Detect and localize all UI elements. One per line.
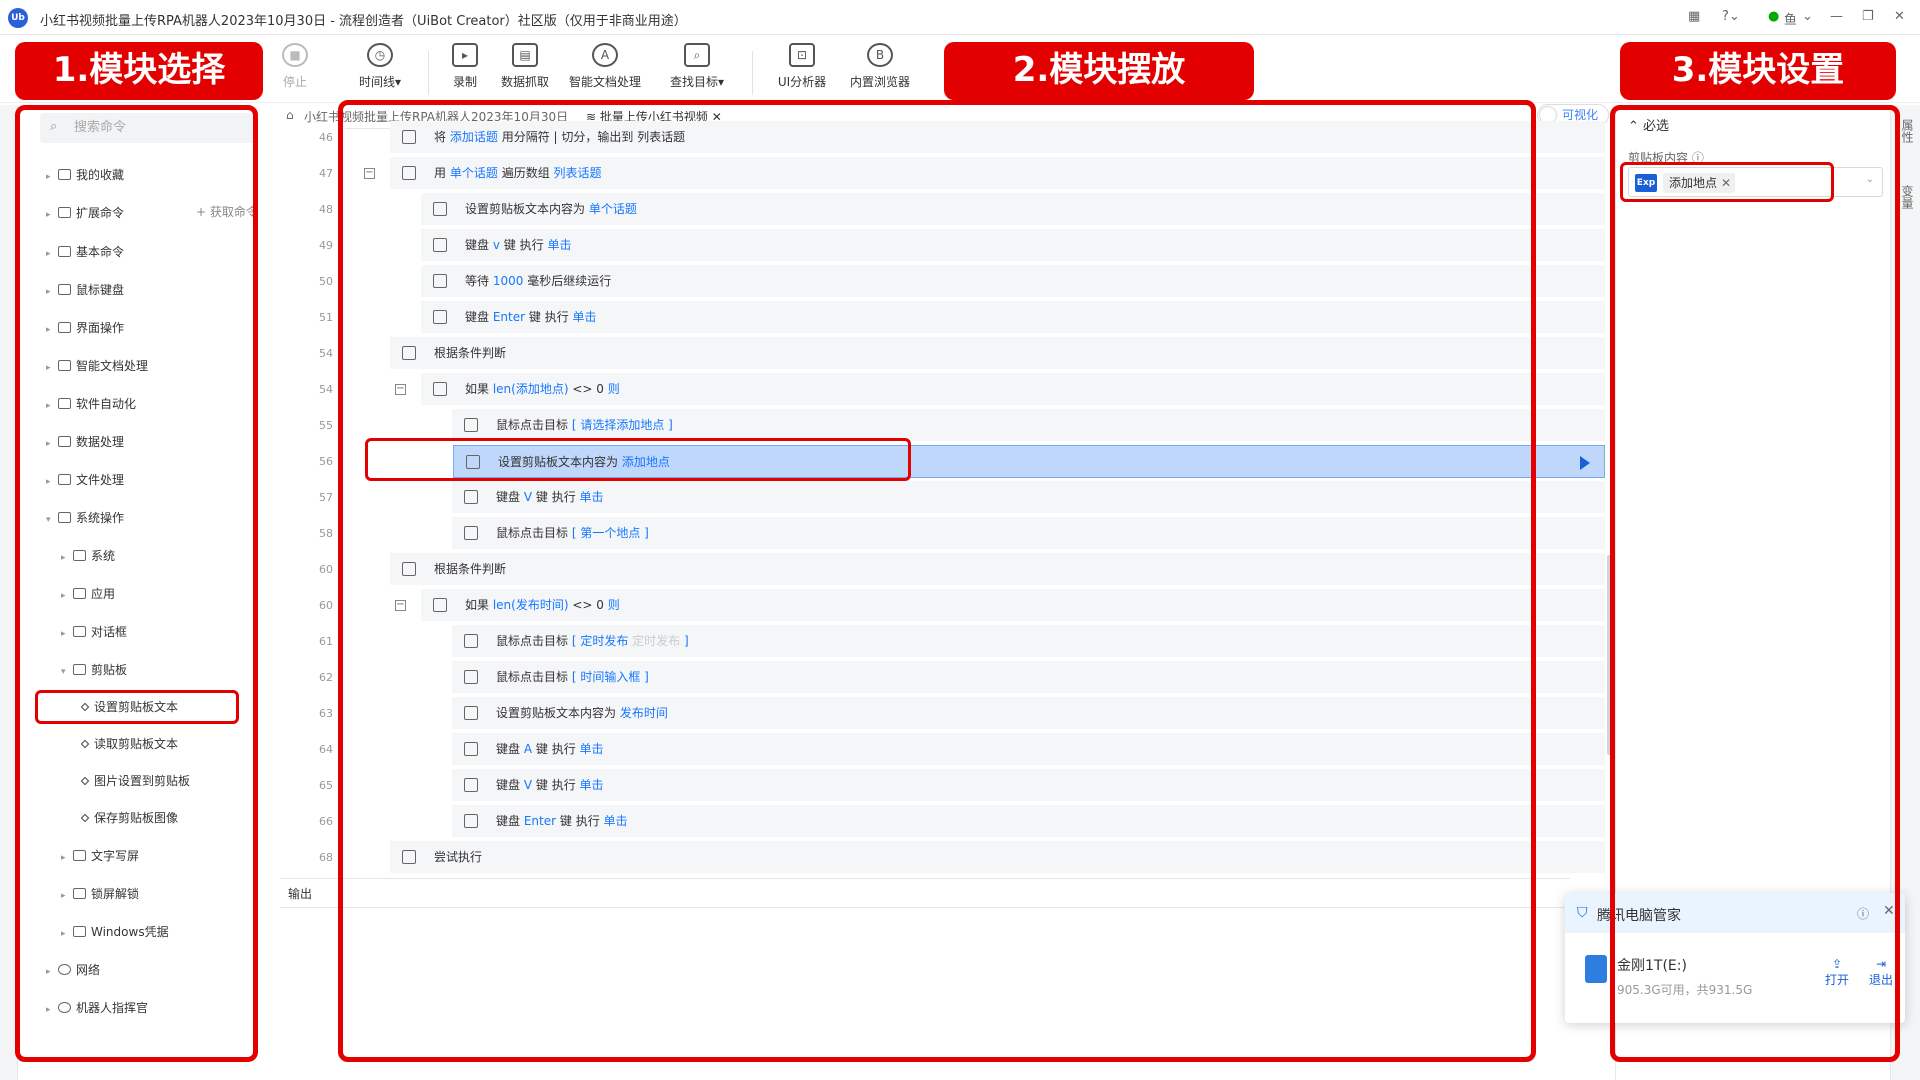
usb-drive-icon (1585, 955, 1607, 983)
user-name[interactable]: 鱼 (1784, 9, 1797, 28)
user-menu-icon[interactable]: ⌄ (1802, 9, 1813, 24)
line-number: 54 (319, 347, 333, 360)
restore-icon[interactable]: ❐ (1862, 9, 1874, 24)
line-number: 62 (319, 671, 333, 684)
minimize-icon[interactable]: — (1830, 9, 1843, 24)
browser-icon: B (867, 43, 893, 67)
line-number: 68 (319, 851, 333, 864)
window-title: 小红书视频批量上传RPA机器人2023年10月30日 - 流程创造者（UiBot… (40, 14, 687, 29)
highlight-field (1620, 162, 1834, 202)
ui-analyzer-button[interactable]: ⊡ UI分析器 (762, 43, 842, 90)
line-number: 57 (319, 491, 333, 504)
stop-button[interactable]: ■ 停止 (255, 43, 335, 90)
clock-icon: ◷ (367, 43, 393, 67)
line-number: 60 (319, 563, 333, 576)
highlight-command (35, 690, 239, 724)
apps-icon[interactable]: ▦ (1688, 9, 1700, 24)
shield-icon: ⛉ (1577, 905, 1588, 921)
app-logo: Ub (8, 8, 28, 28)
line-number: 55 (319, 419, 333, 432)
smart-doc-button[interactable]: A 智能文档处理 (565, 43, 645, 90)
run-step-icon[interactable] (1580, 456, 1590, 470)
annotation-box-3 (1610, 105, 1900, 1062)
annotation-label-3: 3.模块设置 (1620, 42, 1896, 100)
browser-button[interactable]: B 内置浏览器 (840, 43, 920, 90)
annotation-label-1: 1.模块选择 (15, 42, 263, 100)
line-number: 61 (319, 635, 333, 648)
line-number: 65 (319, 779, 333, 792)
ui-analyzer-icon: ⊡ (789, 43, 815, 67)
find-target-button[interactable]: ⌕ 查找目标▾ (657, 43, 737, 90)
line-number: 66 (319, 815, 333, 828)
close-icon[interactable]: ✕ (1894, 9, 1905, 24)
data-scrape-icon: ▤ (512, 43, 538, 67)
rail-tab-variables[interactable]: 变量 (1899, 185, 1916, 209)
toolbar-divider (752, 51, 753, 95)
ai-doc-icon: A (592, 43, 618, 67)
rail-tab-properties[interactable]: 属性 (1899, 119, 1916, 143)
line-number: 50 (319, 275, 333, 288)
stop-icon: ■ (282, 43, 308, 67)
line-number: 51 (319, 311, 333, 324)
annotation-box-2 (338, 100, 1536, 1062)
status-dot-icon: ● (1768, 9, 1780, 24)
tab-output[interactable]: 输出 (288, 885, 312, 902)
line-number: 47 (319, 167, 333, 180)
line-number: 63 (319, 707, 333, 720)
home-icon[interactable]: ⌂ (286, 108, 294, 122)
highlight-row (365, 438, 911, 481)
title-bar: Ub 小红书视频批量上传RPA机器人2023年10月30日 - 流程创造者（Ui… (0, 0, 1920, 35)
line-number: 64 (319, 743, 333, 756)
annotation-box-1 (15, 105, 258, 1062)
line-number: 58 (319, 527, 333, 540)
line-number: 56 (319, 455, 333, 468)
timeline-button[interactable]: ◷ 时间线▾ (340, 43, 420, 90)
line-number: 60 (319, 599, 333, 612)
line-number: 54 (319, 383, 333, 396)
record-icon: ▸ (452, 43, 478, 67)
line-number: 48 (319, 203, 333, 216)
data-scrape-button[interactable]: ▤ 数据抓取 (485, 43, 565, 90)
annotation-label-2: 2.模块摆放 (944, 42, 1254, 100)
help-icon[interactable]: ?⌄ (1722, 9, 1740, 24)
line-number: 49 (319, 239, 333, 252)
find-target-icon: ⌕ (684, 43, 710, 67)
line-number: 46 (319, 131, 333, 144)
